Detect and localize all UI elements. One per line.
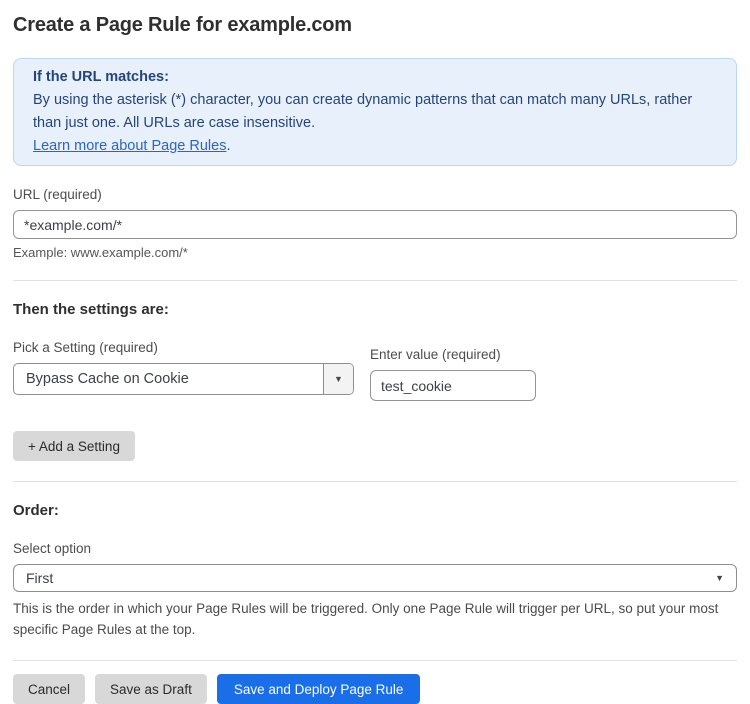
dropdown-arrow-icon[interactable]: ▼ [323,364,353,394]
form-actions: Cancel Save as Draft Save and Deploy Pag… [13,674,737,704]
setting-dropdown-value: Bypass Cache on Cookie [14,364,323,394]
order-select-value: First [26,570,53,586]
select-arrow-icon: ▼ [715,573,724,583]
setting-picker-label: Pick a Setting (required) [13,340,354,355]
setting-value-label: Enter value (required) [370,347,536,362]
info-box-body: By using the asterisk (*) character, you… [33,89,717,135]
setting-dropdown[interactable]: Bypass Cache on Cookie ▼ [13,363,354,395]
page-title: Create a Page Rule for example.com [13,14,737,37]
cancel-button[interactable]: Cancel [13,674,85,704]
url-label: URL (required) [13,187,737,202]
order-helper-text: This is the order in which your Page Rul… [13,598,737,640]
info-box-heading: If the URL matches: [33,66,717,89]
save-deploy-button[interactable]: Save and Deploy Page Rule [217,674,421,704]
add-setting-button[interactable]: + Add a Setting [13,431,135,461]
setting-value-column: Enter value (required) [370,347,536,401]
save-draft-button[interactable]: Save as Draft [95,674,207,704]
divider [13,481,737,482]
link-suffix: . [226,138,230,154]
setting-picker-column: Pick a Setting (required) Bypass Cache o… [13,340,354,401]
divider [13,660,737,661]
url-input[interactable] [13,210,737,239]
order-select[interactable]: First ▼ [13,564,737,592]
order-select-label: Select option [13,541,737,556]
divider [13,280,737,281]
url-match-info-box: If the URL matches: By using the asteris… [13,58,737,166]
setting-value-input[interactable] [370,370,536,401]
info-box-link-line: Learn more about Page Rules. [33,135,717,158]
url-helper-text: Example: www.example.com/* [13,245,737,260]
learn-more-link[interactable]: Learn more about Page Rules [33,138,226,154]
settings-row: Pick a Setting (required) Bypass Cache o… [13,340,737,401]
page-rule-form: Create a Page Rule for example.com If th… [0,14,750,704]
order-section-heading: Order: [13,502,737,519]
settings-section-heading: Then the settings are: [13,301,737,318]
